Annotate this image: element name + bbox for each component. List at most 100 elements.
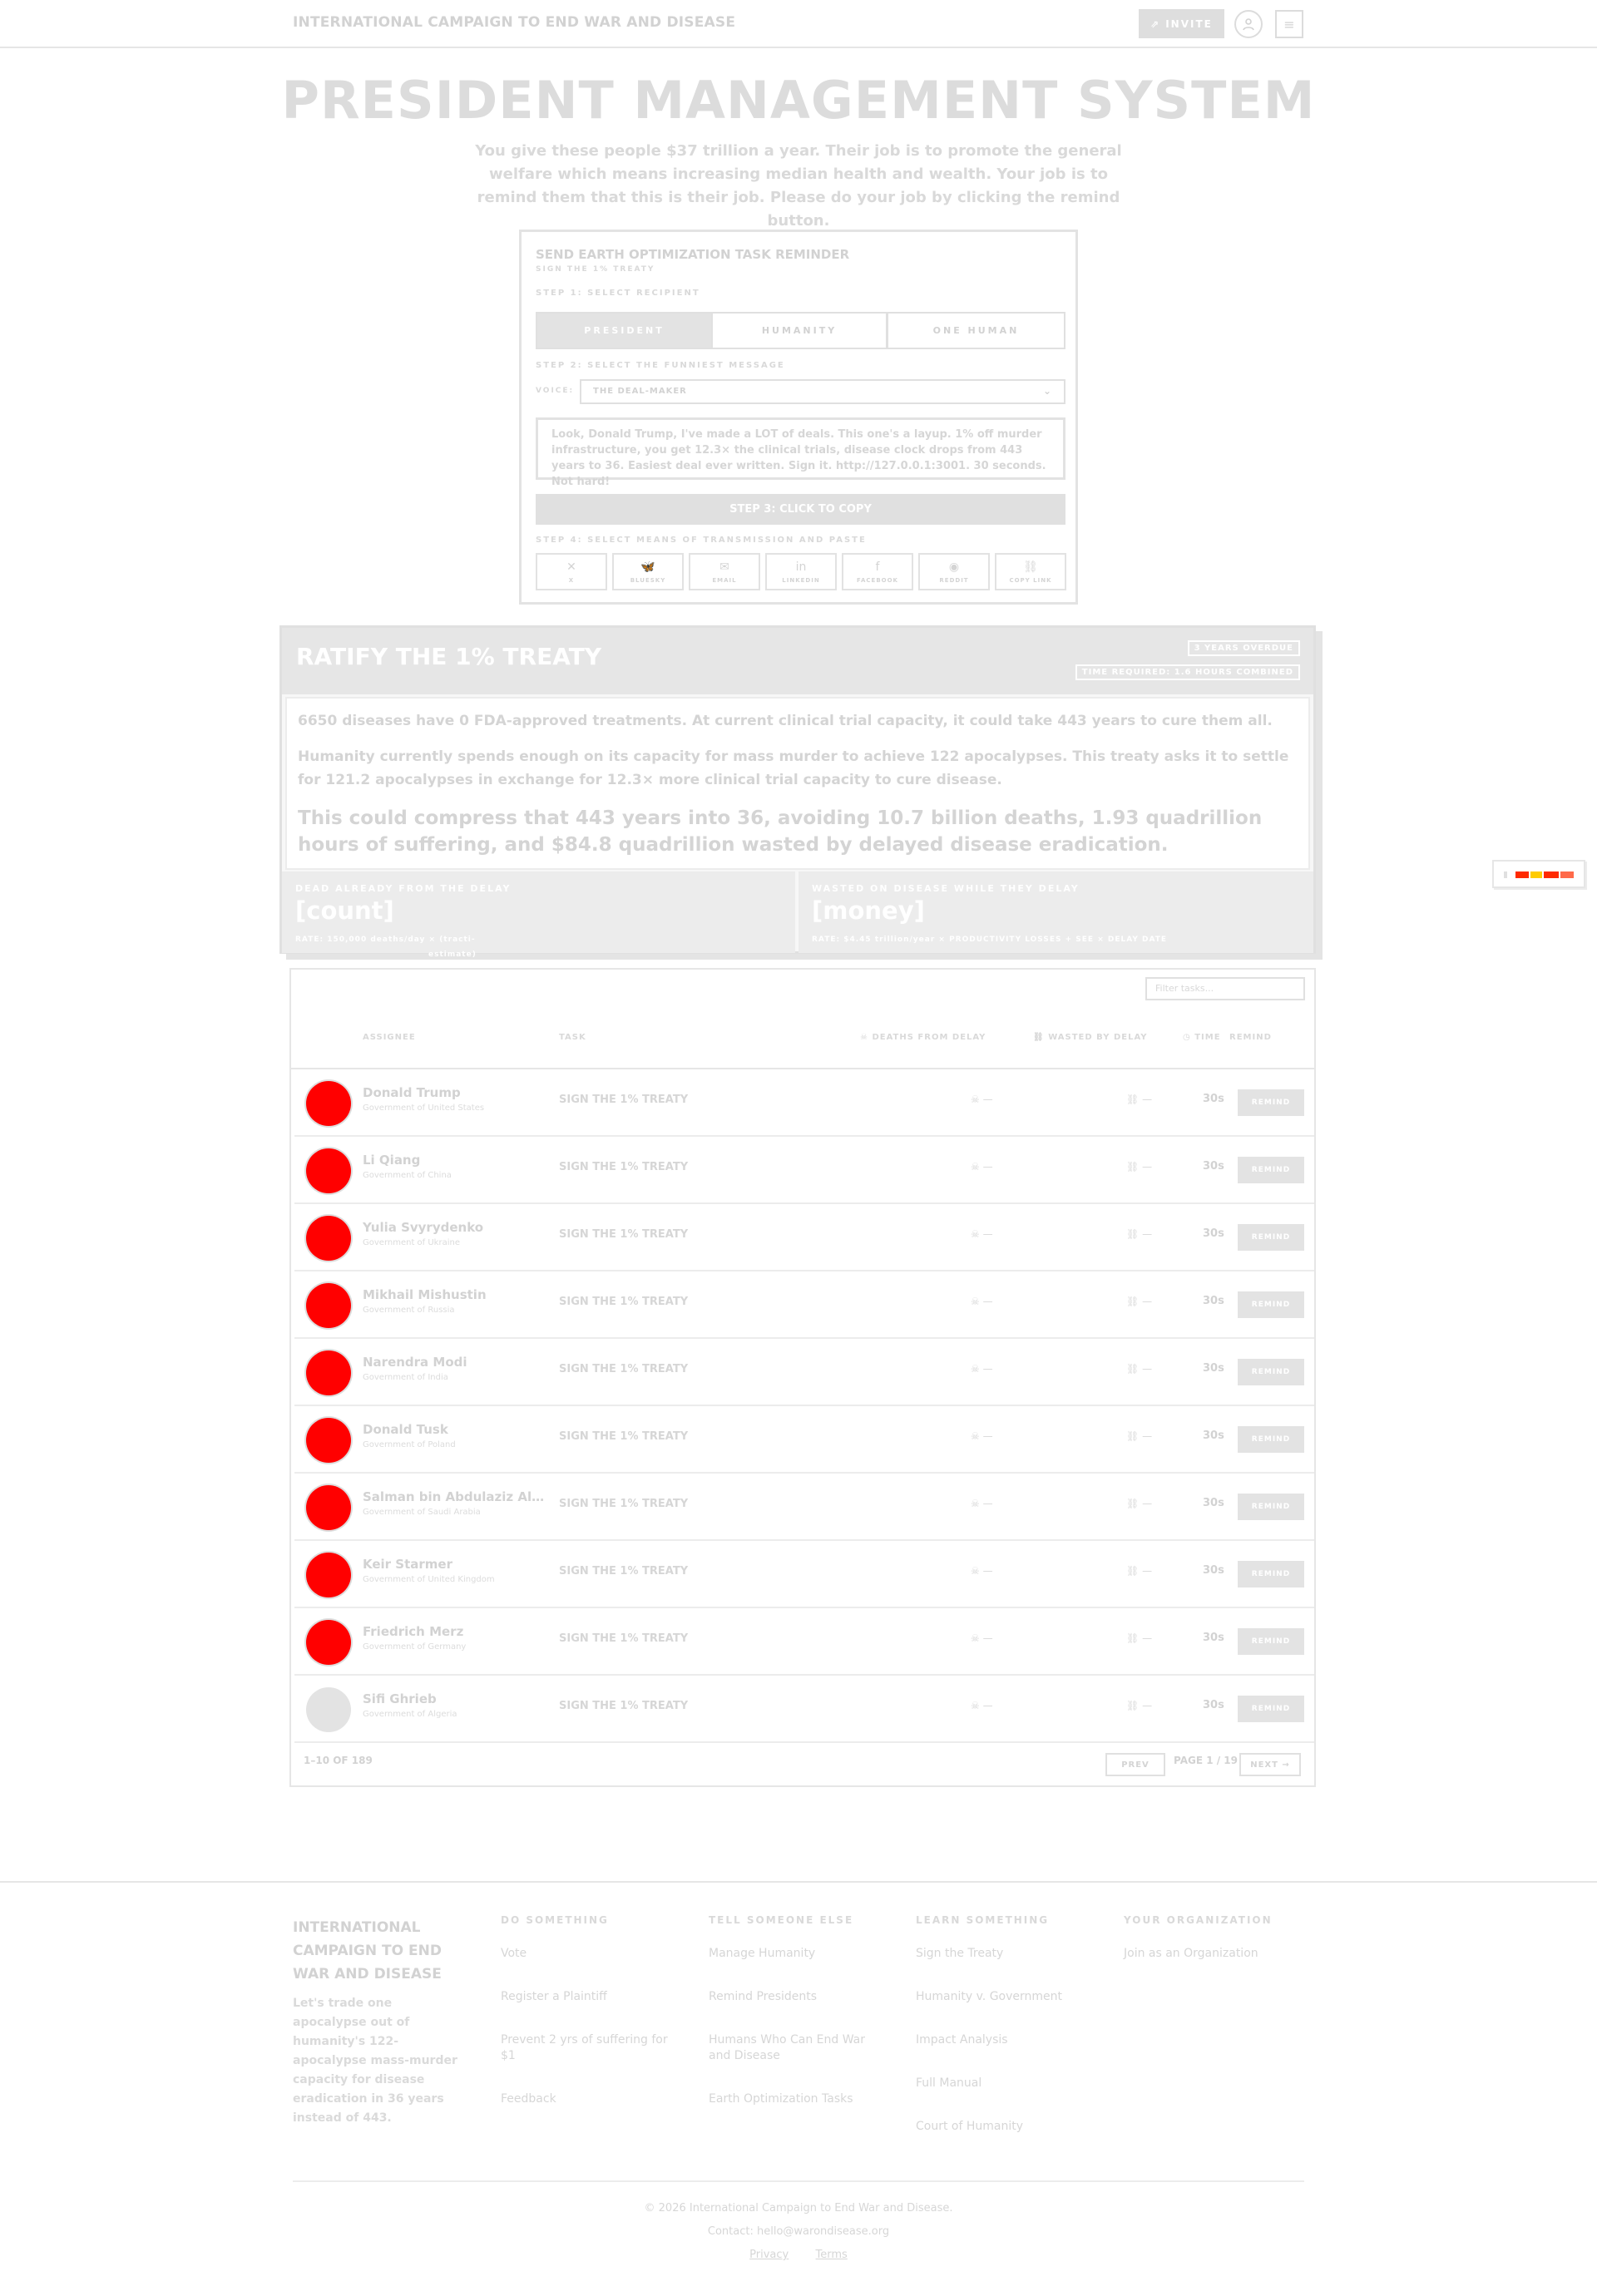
share-facebook-button[interactable]: f FACEBOOK: [842, 553, 913, 590]
recipient-president[interactable]: PRESIDENT: [536, 312, 713, 349]
task-name[interactable]: SIGN THE 1% TREATY: [559, 1161, 688, 1173]
invite-button[interactable]: ⇗ INVITE: [1139, 9, 1224, 38]
col-time[interactable]: ◷ TIME: [1183, 1033, 1221, 1042]
footer-link[interactable]: Register a Plaintiff: [501, 1989, 680, 2005]
task-name[interactable]: SIGN THE 1% TREATY: [559, 1296, 688, 1308]
remind-button[interactable]: REMIND: [1238, 1426, 1304, 1453]
user-icon[interactable]: [1234, 10, 1263, 38]
remind-button[interactable]: REMIND: [1238, 1628, 1304, 1655]
remind-button[interactable]: REMIND: [1238, 1291, 1304, 1318]
clock-icon: ◷: [1183, 1033, 1195, 1042]
task-name[interactable]: SIGN THE 1% TREATY: [559, 1498, 688, 1510]
money-icon: ⛓: [1126, 1498, 1143, 1509]
deaths-cell: ☠ —: [971, 1161, 993, 1173]
assignee-name[interactable]: Li Qiang: [363, 1153, 546, 1168]
filter-input[interactable]: Filter tasks...: [1145, 977, 1305, 1000]
footer-link[interactable]: Humans Who Can End War and Disease: [709, 2032, 887, 2064]
share-bluesky-button[interactable]: 🦋 BLUESKY: [612, 553, 684, 590]
widget-mark: [1560, 871, 1574, 878]
task-name[interactable]: SIGN THE 1% TREATY: [559, 1228, 688, 1241]
menu-icon[interactable]: ≡: [1275, 10, 1303, 38]
task-name[interactable]: SIGN THE 1% TREATY: [559, 1565, 688, 1578]
legal-links: Privacy Terms: [0, 2249, 1597, 2261]
terms-link[interactable]: Terms: [816, 2249, 848, 2261]
task-name[interactable]: SIGN THE 1% TREATY: [559, 1094, 688, 1106]
treaty-paragraph-2: Humanity currently spends enough on its …: [298, 748, 1289, 788]
voice-select[interactable]: THE DEAL-MAKER ⌄: [580, 379, 1065, 404]
footer-link[interactable]: Vote: [501, 1946, 680, 1962]
copy-button[interactable]: STEP 3: CLICK TO COPY: [536, 494, 1065, 525]
assignee-name[interactable]: Salman bin Abdulaziz Al Saud: [363, 1489, 546, 1504]
task-name[interactable]: SIGN THE 1% TREATY: [559, 1700, 688, 1712]
brand-logo-text[interactable]: INTERNATIONAL CAMPAIGN TO END WAR AND DI…: [293, 14, 735, 31]
remind-button[interactable]: REMIND: [1238, 1494, 1304, 1520]
task-name[interactable]: SIGN THE 1% TREATY: [559, 1430, 688, 1443]
wasted-cell: ⛓ —: [1126, 1430, 1153, 1442]
footer-link[interactable]: Join as an Organization: [1124, 1946, 1303, 1962]
assignee-government: Government of Saudi Arabia: [363, 1508, 481, 1517]
share-reddit-button[interactable]: ◉ REDDIT: [918, 553, 990, 590]
recipient-humanity[interactable]: HUMANITY: [711, 312, 887, 349]
linkedin-icon: in: [795, 560, 807, 574]
message-preview[interactable]: Look, Donald Trump, I've made a LOT of d…: [536, 417, 1065, 488]
widget-mark: [1515, 871, 1529, 878]
share-linkedin-button[interactable]: in LINKEDIN: [765, 553, 837, 590]
footer-link[interactable]: Court of Humanity: [916, 2119, 1095, 2135]
remind-button[interactable]: REMIND: [1238, 1561, 1304, 1587]
wasted-cell: ⛓ —: [1126, 1296, 1153, 1307]
prev-button[interactable]: PREV: [1105, 1753, 1165, 1776]
deaths-cell: ☠ —: [971, 1296, 993, 1307]
privacy-link[interactable]: Privacy: [749, 2249, 789, 2261]
avatar: [306, 1148, 351, 1193]
remind-button[interactable]: REMIND: [1238, 1224, 1304, 1251]
footer-link[interactable]: Sign the Treaty: [916, 1946, 1095, 1962]
next-button[interactable]: NEXT →: [1239, 1753, 1301, 1776]
assignee-name[interactable]: Keir Starmer: [363, 1557, 546, 1572]
copyright: © 2026 International Campaign to End War…: [644, 2202, 953, 2215]
time-cell: 30s: [1203, 1093, 1224, 1105]
time-cell: 30s: [1203, 1497, 1224, 1509]
col-deaths[interactable]: ☠ DEATHS FROM DELAY: [860, 1033, 986, 1042]
share-email-button[interactable]: ✉ EMAIL: [689, 553, 760, 590]
footer-link[interactable]: Manage Humanity: [709, 1946, 887, 1962]
col-wasted[interactable]: ⛓ WASTED BY DELAY: [1033, 1033, 1147, 1042]
task-name[interactable]: SIGN THE 1% TREATY: [559, 1363, 688, 1375]
remind-button[interactable]: REMIND: [1238, 1157, 1304, 1183]
reminder-heading: SEND EARTH OPTIMIZATION TASK REMINDER: [536, 247, 850, 262]
stat-money-rate: RATE: $4.45 trillion/year × PRODUCTIVITY…: [812, 936, 1167, 944]
share-copy-link-button[interactable]: ⛓ COPY LINK: [995, 553, 1066, 590]
table-row: Narendra Modi Government of India SIGN THE…: [294, 1339, 1314, 1406]
footer-column-heading: YOUR ORGANIZATION: [1124, 1914, 1273, 1926]
remind-button[interactable]: REMIND: [1238, 1089, 1304, 1116]
remind-button[interactable]: REMIND: [1238, 1696, 1304, 1722]
col-assignee[interactable]: ASSIGNEE: [363, 1033, 416, 1042]
share-label: COPY LINK: [1009, 576, 1052, 584]
footer-link[interactable]: Prevent 2 yrs of suffering for $1: [501, 2032, 680, 2064]
stat-dead-label: DEAD ALREADY FROM THE DELAY: [295, 883, 512, 894]
assignee-name[interactable]: Donald Tusk: [363, 1422, 546, 1437]
footer-link[interactable]: Full Manual: [916, 2076, 1095, 2091]
task-name[interactable]: SIGN THE 1% TREATY: [559, 1632, 688, 1645]
assignee-government: Government of Russia: [363, 1306, 455, 1315]
time-cell: 30s: [1203, 1429, 1224, 1442]
share-x-button[interactable]: ✕ X: [536, 553, 607, 590]
col-task[interactable]: TASK: [559, 1033, 586, 1042]
footer-link[interactable]: Earth Optimization Tasks: [709, 2091, 887, 2107]
recipient-one-human[interactable]: ONE HUMAN: [887, 312, 1065, 349]
voice-label: VOICE:: [536, 387, 575, 395]
share-label: BLUESKY: [630, 576, 666, 584]
contact-link[interactable]: Contact: hello@warondisease.org: [0, 2225, 1597, 2238]
footer-link[interactable]: Remind Presidents: [709, 1989, 887, 2005]
remind-button[interactable]: REMIND: [1238, 1359, 1304, 1385]
assignee-name[interactable]: Friedrich Merz: [363, 1624, 546, 1639]
assignee-name[interactable]: Sifi Ghrieb: [363, 1691, 546, 1706]
assignee-name[interactable]: Narendra Modi: [363, 1355, 546, 1370]
assignee-name[interactable]: Donald Trump: [363, 1085, 546, 1100]
footer-link[interactable]: Impact Analysis: [916, 2032, 1095, 2048]
floating-widget[interactable]: [1492, 860, 1585, 888]
footer-link[interactable]: Feedback: [501, 2091, 680, 2107]
assignee-name[interactable]: Mikhail Mishustin: [363, 1287, 546, 1302]
stat-money-value: [money]: [812, 896, 925, 925]
assignee-name[interactable]: Yulia Svyrydenko: [363, 1220, 546, 1235]
footer-link[interactable]: Humanity v. Government: [916, 1989, 1095, 2005]
